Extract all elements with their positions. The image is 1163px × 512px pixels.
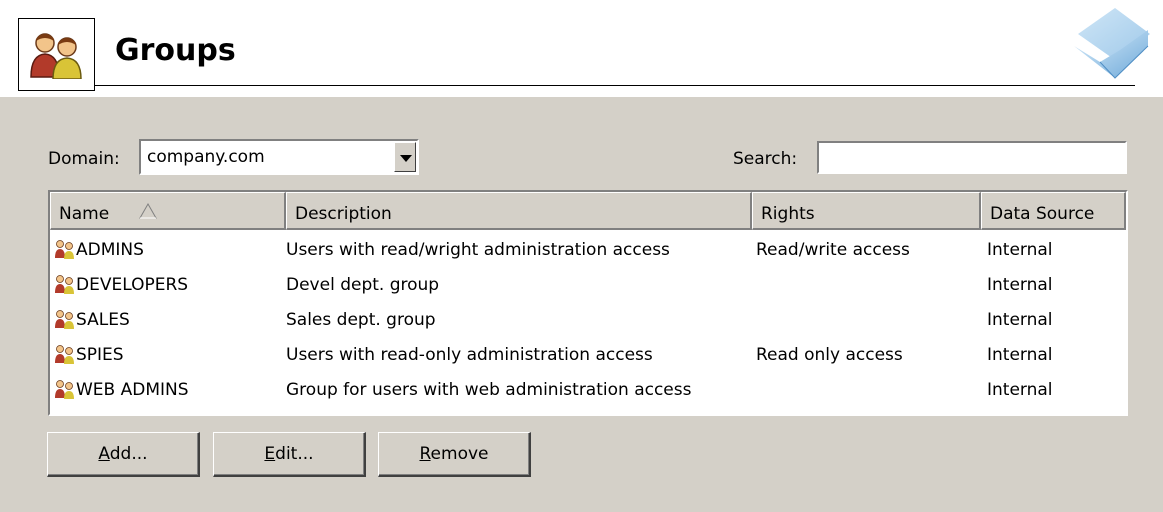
row-name: WEB ADMINS: [76, 380, 189, 400]
mnemonic: E: [264, 444, 276, 464]
row-name: SALES: [76, 310, 130, 330]
group-icon: [55, 275, 74, 294]
domain-select[interactable]: company.com: [139, 139, 419, 175]
row-data-source: Internal: [987, 310, 1053, 330]
sort-ascending-icon: [139, 202, 157, 219]
button-label: dit...: [275, 444, 314, 464]
table-row[interactable]: DEVELOPERS Devel dept. group Internal: [50, 268, 1126, 303]
row-name: ADMINS: [76, 240, 144, 260]
table-header: Name Description Rights Data Source: [50, 192, 1126, 230]
button-label: emove: [430, 444, 489, 464]
group-icon: [55, 380, 74, 399]
row-rights: Read/write access: [756, 240, 910, 260]
column-header-rights[interactable]: Rights: [752, 192, 981, 230]
row-description: Users with read-only administration acce…: [286, 345, 653, 365]
table-row[interactable]: SALES Sales dept. group Internal: [50, 303, 1126, 338]
row-description: Devel dept. group: [286, 275, 440, 295]
mnemonic: A: [98, 444, 110, 464]
groups-table: Name Description Rights Data Source ADMI…: [48, 190, 1128, 416]
table-row[interactable]: SPIES Users with read-only administratio…: [50, 338, 1126, 373]
search-input[interactable]: [817, 141, 1127, 174]
row-rights: Read only access: [756, 345, 903, 365]
header-divider: [95, 85, 1135, 86]
row-data-source: Internal: [987, 345, 1053, 365]
group-users-icon: [18, 18, 95, 91]
chevron-down-icon: [400, 155, 412, 162]
row-description: Group for users with web administration …: [286, 380, 692, 400]
domain-value: company.com: [147, 147, 265, 167]
page-header: Groups: [0, 0, 1163, 97]
row-data-source: Internal: [987, 380, 1053, 400]
page-title: Groups: [115, 33, 236, 68]
column-header-description[interactable]: Description: [286, 192, 752, 230]
group-icon: [55, 310, 74, 329]
row-name: DEVELOPERS: [76, 275, 189, 295]
table-row[interactable]: ADMINS Users with read/wright administra…: [50, 233, 1126, 268]
row-description: Users with read/wright administration ac…: [286, 240, 670, 260]
column-header-name[interactable]: Name: [50, 192, 286, 230]
add-button[interactable]: Add...: [47, 432, 200, 477]
group-icon: [55, 240, 74, 259]
edit-button[interactable]: Edit...: [213, 432, 366, 477]
column-header-label: Data Source: [990, 204, 1095, 224]
row-data-source: Internal: [987, 240, 1053, 260]
table-row[interactable]: WEB ADMINS Group for users with web admi…: [50, 373, 1126, 408]
row-description: Sales dept. group: [286, 310, 436, 330]
brand-logo-icon: [1074, 8, 1150, 79]
search-label: Search:: [733, 149, 798, 169]
column-header-label: Rights: [761, 204, 815, 224]
column-header-label: Name: [59, 204, 110, 224]
button-label: dd...: [109, 444, 148, 464]
column-header-label: Description: [295, 204, 392, 224]
row-data-source: Internal: [987, 275, 1053, 295]
group-icon: [55, 345, 74, 364]
column-header-data-source[interactable]: Data Source: [981, 192, 1126, 230]
mnemonic: R: [419, 444, 431, 464]
dropdown-button[interactable]: [394, 142, 416, 172]
domain-label: Domain:: [48, 149, 120, 169]
row-name: SPIES: [76, 345, 124, 365]
remove-button[interactable]: Remove: [378, 432, 531, 477]
